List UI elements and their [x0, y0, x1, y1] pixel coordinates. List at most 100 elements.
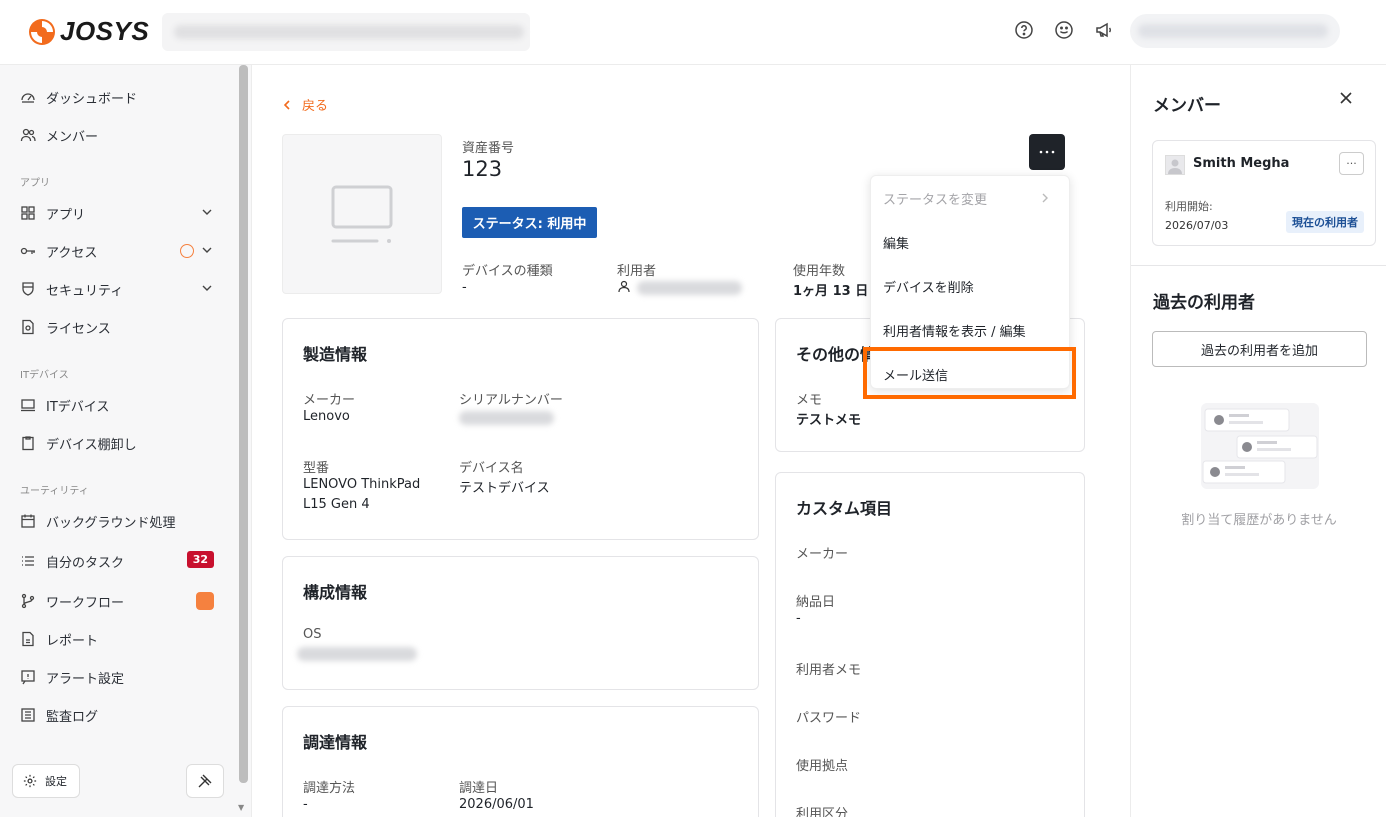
- sidebar-item-dashboard[interactable]: ダッシュボード: [20, 85, 216, 109]
- sidebar-item-alert-settings[interactable]: アラート設定: [20, 665, 216, 689]
- section-label-it-devices: ITデバイス: [20, 370, 69, 381]
- user-menu[interactable]: [1130, 14, 1340, 48]
- shield-icon: [22, 282, 34, 296]
- procurement-date-label: 調達日: [459, 781, 499, 796]
- report-icon: [22, 631, 34, 647]
- help-icon[interactable]: [1014, 20, 1034, 40]
- back-label: 戻る: [302, 99, 329, 114]
- organization-selector[interactable]: [162, 13, 530, 51]
- current-user-badge: 現在の利用者: [1286, 211, 1364, 233]
- serial-value-redacted: [459, 411, 554, 425]
- section-label-utility: ユーティリティ: [20, 486, 89, 497]
- sidebar-item-label: ITデバイス: [46, 399, 110, 415]
- send-email-highlight: [863, 347, 1076, 399]
- josys-logo[interactable]: JOSYS: [28, 16, 149, 47]
- menu-item-view-edit-user[interactable]: 利用者情報を表示 / 編集: [883, 321, 1026, 340]
- sidebar-item-apps[interactable]: アプリ: [20, 201, 216, 225]
- menu-item-delete-device[interactable]: デバイスを削除: [883, 277, 974, 296]
- back-link[interactable]: 戻る: [282, 95, 328, 114]
- panel-title: メンバー: [1153, 96, 1221, 116]
- top-header: JOSYS: [0, 0, 1386, 65]
- sidebar-item-access[interactable]: アクセス: [20, 239, 216, 263]
- gear-icon: [23, 774, 37, 788]
- sidebar-item-label: ライセンス: [46, 321, 111, 337]
- sidebar-item-background-jobs[interactable]: バックグラウンド処理: [20, 509, 216, 533]
- device-type-value: -: [462, 280, 467, 295]
- member-name[interactable]: Smith Megha: [1193, 156, 1289, 171]
- user-name-redacted[interactable]: [637, 281, 742, 295]
- usage-years-value: 1ヶ月 13 日: [793, 284, 869, 299]
- custom-field-label: パスワード: [796, 711, 862, 726]
- users-icon: [20, 128, 36, 142]
- maker-label: メーカー: [303, 393, 356, 408]
- close-icon[interactable]: [1339, 91, 1353, 105]
- megaphone-icon[interactable]: [1094, 20, 1114, 40]
- sidebar-item-members[interactable]: メンバー: [20, 123, 216, 147]
- sidebar-item-label: 監査ログ: [46, 709, 99, 725]
- member-more-button[interactable]: ···: [1339, 152, 1364, 175]
- current-member-card: Smith Megha ··· 利用開始: 2026/07/03 現在の利用者: [1152, 140, 1376, 246]
- more-actions-button[interactable]: [1029, 134, 1065, 170]
- sidebar-item-device-inventory[interactable]: デバイス棚卸し: [20, 431, 216, 455]
- asset-number-label: 資産番号: [462, 141, 515, 156]
- sidebar-item-label: ダッシュボード: [46, 91, 138, 107]
- menu-item-change-status[interactable]: ステータスを変更: [883, 189, 987, 208]
- menu-item-edit[interactable]: 編集: [883, 233, 909, 252]
- sidebar-item-license[interactable]: ライセンス: [20, 315, 216, 339]
- sidebar-item-my-tasks[interactable]: 自分のタスク 32: [20, 549, 216, 573]
- laptop-icon: [21, 399, 35, 412]
- sidebar-item-label: セキュリティ: [46, 283, 124, 299]
- laptop-placeholder-icon: [331, 185, 393, 243]
- user-icon: [618, 280, 630, 293]
- configuration-info-card: 構成情報 OS: [282, 556, 759, 690]
- main-content: 戻る 資産番号 123 ステータス: 利用中 デバイスの種類 - 利用者 使用年…: [252, 65, 1130, 817]
- add-past-user-button[interactable]: 過去の利用者を追加: [1152, 331, 1367, 367]
- more-horizontal-icon: [1039, 150, 1055, 154]
- sidebar-item-reports[interactable]: レポート: [20, 627, 216, 651]
- card-title: カスタム項目: [796, 499, 893, 518]
- settings-button[interactable]: 設定: [12, 764, 80, 798]
- clipboard-icon: [22, 436, 34, 451]
- chevron-down-icon[interactable]: [200, 281, 214, 295]
- procurement-info-card: 調達情報 調達方法 - 調達日 2026/06/01: [282, 706, 759, 817]
- sidebar-item-label: メンバー: [46, 129, 99, 145]
- start-date: 2026/07/03: [1165, 219, 1229, 232]
- card-title: 構成情報: [303, 583, 368, 602]
- settings-label: 設定: [45, 775, 67, 788]
- card-title: 調達情報: [303, 733, 368, 752]
- custom-field-label: メーカー: [796, 547, 849, 562]
- sidebar-scrollbar[interactable]: [239, 65, 248, 783]
- sidebar-item-label: ワークフロー: [46, 595, 125, 611]
- sidebar: ダッシュボード メンバー アプリ アプリ アクセス セキュリティ ライセンス I…: [0, 65, 252, 817]
- scroll-down-icon[interactable]: ▼: [238, 803, 244, 812]
- chevron-left-icon: [283, 99, 290, 110]
- sync-icon: [180, 244, 194, 258]
- alert-icon: [21, 670, 35, 685]
- logo-text: JOSYS: [60, 16, 150, 46]
- grid-icon: [21, 206, 35, 220]
- chevron-down-icon[interactable]: [200, 205, 214, 219]
- custom-field-label: 利用者メモ: [796, 663, 862, 678]
- model-label: 型番: [303, 461, 330, 476]
- smile-icon[interactable]: [1054, 20, 1074, 40]
- model-value-line1: LENOVO ThinkPad: [303, 477, 421, 492]
- log-icon: [21, 708, 35, 722]
- user-label: 利用者: [617, 264, 657, 279]
- chevron-down-icon[interactable]: [200, 243, 214, 257]
- procurement-method-value: -: [303, 797, 308, 812]
- device-name-label: デバイス名: [459, 461, 524, 476]
- past-users-title: 過去の利用者: [1153, 293, 1255, 313]
- status-button[interactable]: ステータス: 利用中: [462, 207, 597, 238]
- device-image-placeholder: [282, 134, 442, 294]
- start-label: 利用開始:: [1165, 200, 1213, 213]
- sidebar-item-audit-log[interactable]: 監査ログ: [20, 703, 216, 727]
- list-icon: [22, 556, 34, 566]
- unpin-sidebar-button[interactable]: [186, 764, 224, 798]
- sidebar-item-security[interactable]: セキュリティ: [20, 277, 216, 301]
- sidebar-item-it-devices[interactable]: ITデバイス: [20, 393, 216, 417]
- key-icon: [20, 247, 35, 255]
- custom-fields-card: カスタム項目 メーカー 納品日 - 利用者メモ パスワード 使用拠点 利用区分: [775, 472, 1085, 817]
- sidebar-item-workflow[interactable]: ワークフロー: [20, 589, 216, 613]
- maker-value: Lenovo: [303, 409, 350, 424]
- logo-mark-icon: [29, 18, 55, 45]
